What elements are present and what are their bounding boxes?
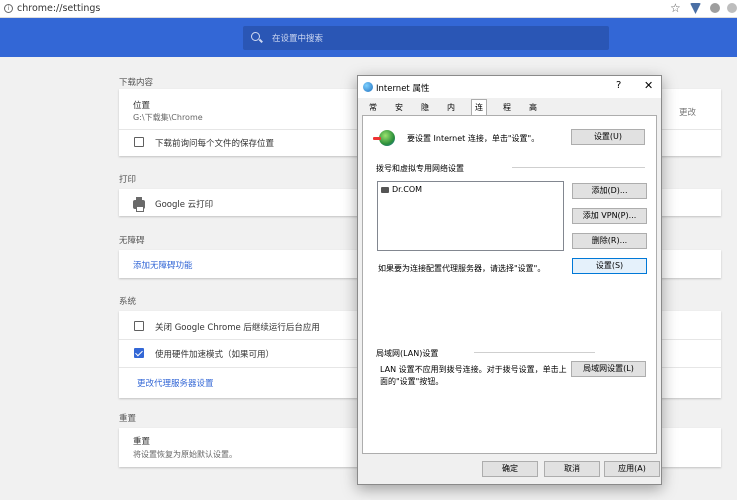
connections-panel: 要设置 Internet 连接，单击"设置"。 设置(U) 拨号和虚拟专用网络设… [362,115,657,454]
tab-advanced[interactable]: 高级 [526,101,540,125]
add-accessibility-link[interactable]: 添加无障碍功能 [133,259,193,271]
internet-properties-dialog: Internet 属性 ? ✕ 常规 安全 隐私 内容 连接 程序 高级 要设置… [357,75,662,485]
url-text[interactable]: chrome://settings [17,3,100,14]
location-value: G:\下载集\Chrome [133,113,203,122]
location-label: 位置 [133,101,151,111]
close-button[interactable]: ✕ [644,79,653,92]
search-icon [251,32,260,41]
section-title-system: 系统 [119,297,137,307]
background-apps-checkbox[interactable] [134,321,144,331]
tab-privacy[interactable]: 隐私 [418,101,432,125]
tab-general[interactable]: 常规 [366,101,380,125]
dialup-group-label: 拨号和虚拟专用网络设置 [376,164,464,173]
lan-settings-button[interactable]: 局域网设置(L) [571,361,646,377]
settings-search-input[interactable]: 在设置中搜索 [243,26,609,50]
connection-name: Dr.COM [392,185,423,194]
lan-group-label: 局域网(LAN)设置 [376,349,439,358]
dialup-connection-icon [381,187,389,193]
section-title-downloads: 下载内容 [119,78,154,88]
section-title-accessibility: 无障碍 [119,236,145,246]
lan-text-line1: LAN 设置不应用到拨号连接。对于拨号设置，单击上 [380,365,567,374]
settings-header: 在设置中搜索 [0,18,737,57]
dialog-title: Internet 属性 [376,84,430,94]
internet-options-icon [363,82,373,92]
printer-icon [133,197,145,212]
menu-icon[interactable] [727,3,737,13]
connections-list[interactable]: Dr.COM [377,181,564,251]
apply-button[interactable]: 应用(A) [604,461,660,477]
tab-connections[interactable]: 连接 [471,99,487,128]
help-button[interactable]: ? [616,80,621,91]
search-placeholder: 在设置中搜索 [272,34,324,44]
change-location-button[interactable]: 更改 [679,106,696,118]
info-icon[interactable]: i [4,4,13,13]
section-title-reset: 重置 [119,414,137,424]
reset-description: 将设置恢复为原始默认设置。 [133,450,237,459]
setup-text: 要设置 Internet 连接，单击"设置"。 [407,134,540,143]
internet-connection-icon [373,130,395,146]
remove-button[interactable]: 删除(R)... [572,233,647,249]
reset-title: 重置 [133,437,151,447]
tab-programs[interactable]: 程序 [500,101,514,125]
address-bar[interactable]: i chrome://settings ☆ [0,0,737,18]
settings-button[interactable]: 设置(S) [572,258,647,274]
extension-vpn-icon[interactable] [690,3,701,14]
setup-button[interactable]: 设置(U) [571,129,645,145]
proxy-text: 如果要为连接配置代理服务器，请选择"设置"。 [378,264,546,273]
group-divider [512,167,645,168]
cloud-print-label: Google 云打印 [155,200,214,210]
hardware-accel-label: 使用硬件加速模式（如果可用） [155,350,275,360]
add-button[interactable]: 添加(D)... [572,183,647,199]
proxy-settings-link[interactable]: 更改代理服务器设置 [137,377,214,389]
cancel-button[interactable]: 取消 [544,461,600,477]
background-apps-label: 关闭 Google Chrome 后继续运行后台应用 [155,323,320,333]
ask-download-checkbox[interactable] [134,137,144,147]
tab-security[interactable]: 安全 [392,101,406,125]
section-title-printing: 打印 [119,175,137,185]
tab-content[interactable]: 内容 [444,101,458,125]
bookmark-star-icon[interactable]: ☆ [670,1,681,15]
extension-icon[interactable] [710,3,720,13]
hardware-accel-checkbox[interactable] [134,348,144,358]
ask-download-label: 下载前询问每个文件的保存位置 [155,139,275,149]
dialog-titlebar[interactable]: Internet 属性 ? ✕ [358,76,661,98]
ok-button[interactable]: 确定 [482,461,538,477]
lan-text-line2: 面的"设置"按钮。 [380,377,444,386]
group-divider [474,352,595,353]
add-vpn-button[interactable]: 添加 VPN(P)... [572,208,647,224]
